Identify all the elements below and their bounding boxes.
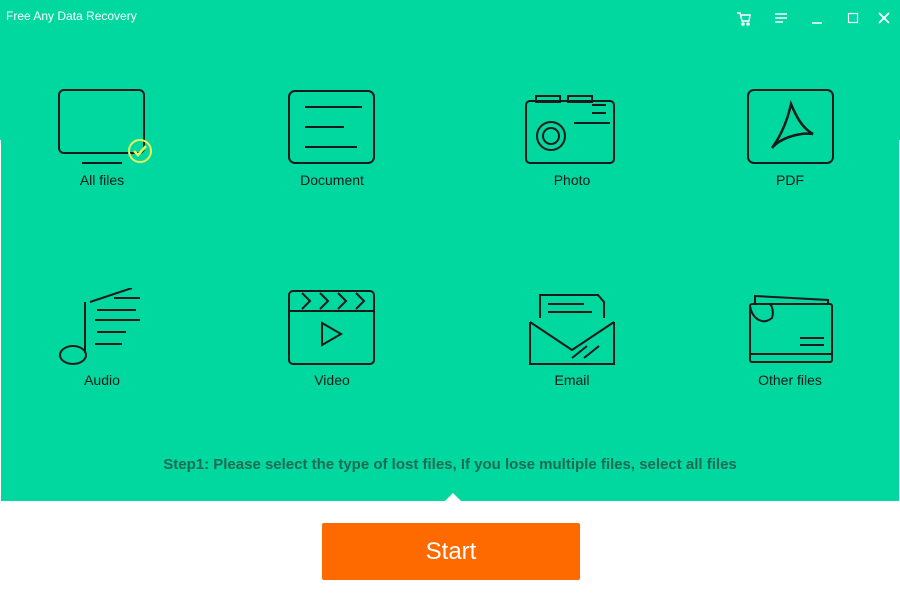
file-type-label: Video xyxy=(314,372,350,388)
maximize-button[interactable] xyxy=(845,10,861,26)
cart-button[interactable] xyxy=(736,10,752,26)
pdf-icon xyxy=(747,89,834,164)
file-type-panel: All files Document Photo PDF Audio Video… xyxy=(1,0,899,501)
title-bar: Free Any Data Recovery xyxy=(0,0,900,34)
file-type-pdf[interactable]: PDF xyxy=(710,88,870,198)
pointer-notch xyxy=(445,493,461,501)
file-type-label: Email xyxy=(554,372,590,388)
folder-icon xyxy=(749,294,833,363)
start-button[interactable]: Start xyxy=(322,523,580,580)
minimize-icon xyxy=(812,22,822,24)
maximize-icon xyxy=(847,12,859,24)
file-type-label: Document xyxy=(300,172,364,188)
file-type-all-files[interactable]: All files xyxy=(22,88,182,198)
monitor-icon xyxy=(58,89,152,164)
close-button[interactable] xyxy=(876,10,892,26)
menu-button[interactable] xyxy=(773,10,789,26)
file-type-label: Photo xyxy=(553,172,591,188)
app-title: Free Any Data Recovery xyxy=(6,9,137,23)
file-type-label: PDF xyxy=(776,172,804,188)
instruction-text: Step1: Please select the type of lost fi… xyxy=(163,456,737,473)
document-icon xyxy=(288,90,375,164)
clapperboard-icon xyxy=(288,290,375,365)
file-type-label: Other files xyxy=(758,372,822,388)
camera-icon xyxy=(525,95,615,164)
envelope-icon xyxy=(529,294,615,365)
menu-icon xyxy=(775,13,787,23)
minimize-button[interactable] xyxy=(809,10,825,26)
file-type-photo[interactable]: Photo xyxy=(492,88,652,198)
app-window: All files Document Photo PDF Audio Video… xyxy=(0,0,900,600)
file-type-audio[interactable]: Audio xyxy=(22,288,182,398)
file-type-label: Audio xyxy=(84,372,120,388)
file-type-video[interactable]: Video xyxy=(252,288,412,398)
file-type-document[interactable]: Document xyxy=(252,88,412,198)
cart-icon xyxy=(737,12,751,26)
file-type-label: All files xyxy=(79,172,125,188)
close-icon xyxy=(878,12,890,24)
file-type-other-files[interactable]: Other files xyxy=(710,288,870,398)
music-note-icon xyxy=(59,288,140,365)
file-type-email[interactable]: Email xyxy=(492,288,652,398)
